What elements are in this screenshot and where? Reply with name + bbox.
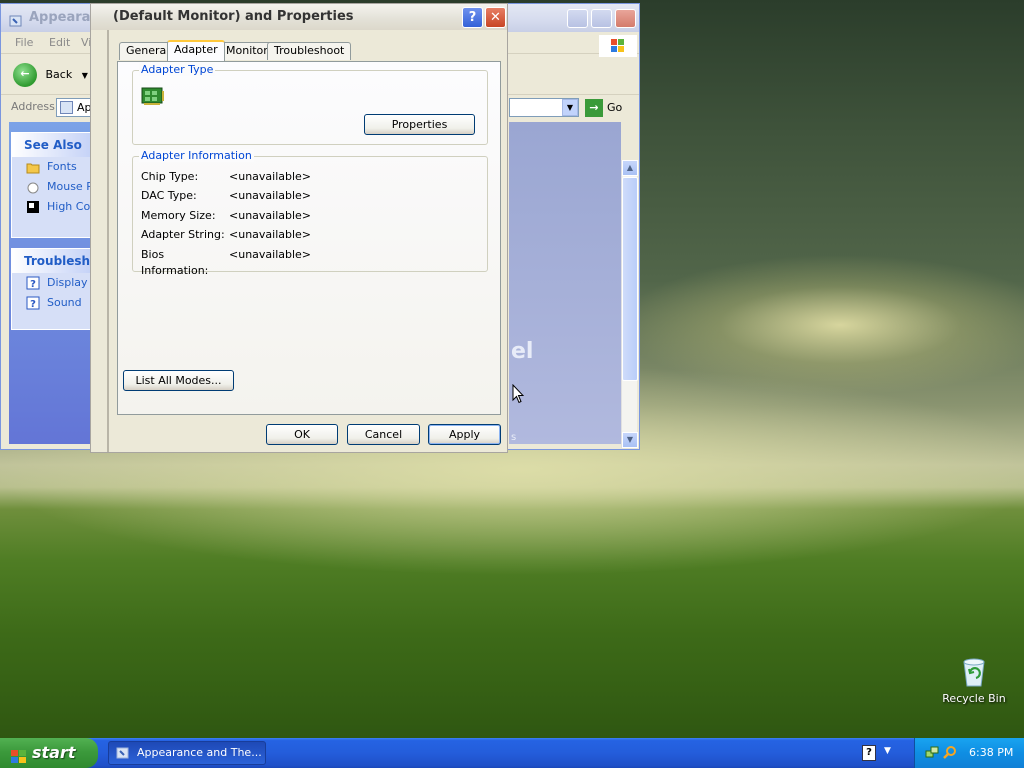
- content-heading-fragment: el: [511, 339, 534, 364]
- adapter-properties-button[interactable]: Properties: [364, 114, 475, 135]
- explorer-vertical-scrollbar[interactable]: ▲ ▼: [621, 160, 638, 448]
- back-arrow-icon: ←: [13, 63, 37, 87]
- scroll-thumb[interactable]: [622, 177, 638, 381]
- address-dropdown-icon[interactable]: ▼: [562, 99, 578, 116]
- troubleshooter-display[interactable]: ? Display: [12, 273, 90, 293]
- ok-button[interactable]: OK: [266, 424, 338, 445]
- cancel-button[interactable]: Cancel: [347, 424, 420, 445]
- network-tray-icon[interactable]: [925, 745, 939, 759]
- mouse-cursor-icon: [512, 383, 525, 404]
- back-label: Back: [45, 68, 73, 81]
- high-contrast-icon: [26, 200, 40, 214]
- menu-edit[interactable]: Edit: [49, 32, 70, 54]
- go-label: Go: [607, 101, 623, 114]
- troubleshooters-header[interactable]: Troublesho: [12, 249, 98, 273]
- windows-logo: [599, 35, 637, 57]
- dialog-title-bar[interactable]: (Default Monitor) and Properties ? ✕: [91, 4, 507, 30]
- adapter-information-group: Adapter Information Chip Type: <unavaila…: [132, 149, 488, 277]
- adapter-tab-panel: Adapter Type Properties Adapter Informat…: [117, 61, 501, 415]
- back-dropdown-icon[interactable]: ▼: [82, 71, 88, 80]
- fonts-folder-icon: [26, 160, 40, 174]
- explorer-minimize-button[interactable]: [567, 9, 588, 28]
- explorer-close-button[interactable]: [615, 9, 636, 28]
- see-also-panel: See Also Fonts Mouse P High Co: [11, 132, 91, 238]
- see-also-mouse[interactable]: Mouse P: [12, 177, 90, 197]
- go-button[interactable]: → Go: [585, 99, 622, 117]
- adapter-information-legend: Adapter Information: [139, 149, 254, 162]
- scroll-up-icon[interactable]: ▲: [622, 160, 638, 176]
- tab-troubleshoot[interactable]: Troubleshoot: [267, 42, 352, 60]
- adapter-type-legend: Adapter Type: [139, 63, 216, 76]
- system-tray: 6:38 PM: [914, 738, 1024, 768]
- taskbar-window-label: Appearance and The...: [137, 746, 262, 759]
- svg-text:?: ?: [30, 299, 36, 310]
- language-bar-dropdown-icon[interactable]: ▼: [884, 746, 891, 756]
- svg-text:?: ?: [30, 279, 36, 290]
- content-text-fragment: s: [511, 432, 517, 443]
- display-adapter-icon: [141, 85, 165, 107]
- tab-adapter[interactable]: Adapter: [167, 40, 225, 61]
- troubleshooter-sound[interactable]: ? Sound: [12, 293, 90, 313]
- explorer-maximize-button[interactable]: [591, 9, 612, 28]
- start-button[interactable]: start: [0, 738, 98, 768]
- address-page-icon: [60, 101, 73, 114]
- taskbar-window-button[interactable]: Appearance and The...: [108, 741, 266, 765]
- menu-file[interactable]: File: [15, 32, 33, 54]
- control-panel-icon: [9, 11, 23, 27]
- mouse-pointer-icon: [26, 180, 40, 194]
- recycle-bin-label: Recycle Bin: [942, 692, 1006, 705]
- address-label: Address: [11, 100, 55, 113]
- start-label: start: [32, 743, 76, 762]
- dialog-title: (Default Monitor) and Properties: [113, 9, 354, 24]
- adapter-type-group: Adapter Type Properties: [132, 63, 488, 145]
- see-also-header[interactable]: See Also: [12, 133, 90, 157]
- dialog-close-button[interactable]: ✕: [485, 7, 506, 28]
- search-tray-icon[interactable]: [943, 745, 957, 759]
- troubleshooters-panel: Troublesho ? Display ? Sound: [11, 248, 98, 330]
- clock[interactable]: 6:38 PM: [969, 746, 1013, 759]
- help-question-icon: ?: [26, 296, 40, 310]
- windows-flag-icon: [10, 745, 27, 763]
- control-panel-icon: [116, 746, 130, 760]
- explorer-content-area: [509, 122, 621, 444]
- list-all-modes-button[interactable]: List All Modes...: [123, 370, 234, 391]
- see-also-high-contrast[interactable]: High Co: [12, 197, 90, 217]
- help-button[interactable]: ?: [462, 7, 483, 28]
- language-bar-icon[interactable]: ?: [862, 745, 876, 761]
- recycle-bin-shortcut[interactable]: Recycle Bin: [940, 656, 1008, 705]
- taskbar: start Appearance and The... ? ▼ 6:38 PM: [0, 738, 1024, 768]
- help-question-icon: ?: [26, 276, 40, 290]
- back-button[interactable]: ← Back ▼: [13, 63, 88, 87]
- see-also-fonts[interactable]: Fonts: [12, 157, 90, 177]
- go-arrow-icon: →: [585, 99, 603, 117]
- scroll-down-icon[interactable]: ▼: [622, 432, 638, 448]
- apply-button[interactable]: Apply: [428, 424, 501, 445]
- monitor-properties-dialog[interactable]: (Default Monitor) and Properties ? ✕ Gen…: [90, 3, 508, 453]
- recycle-bin-icon: [960, 656, 988, 688]
- dialog-body: General Adapter Monitor Troubleshoot Ada…: [107, 30, 507, 452]
